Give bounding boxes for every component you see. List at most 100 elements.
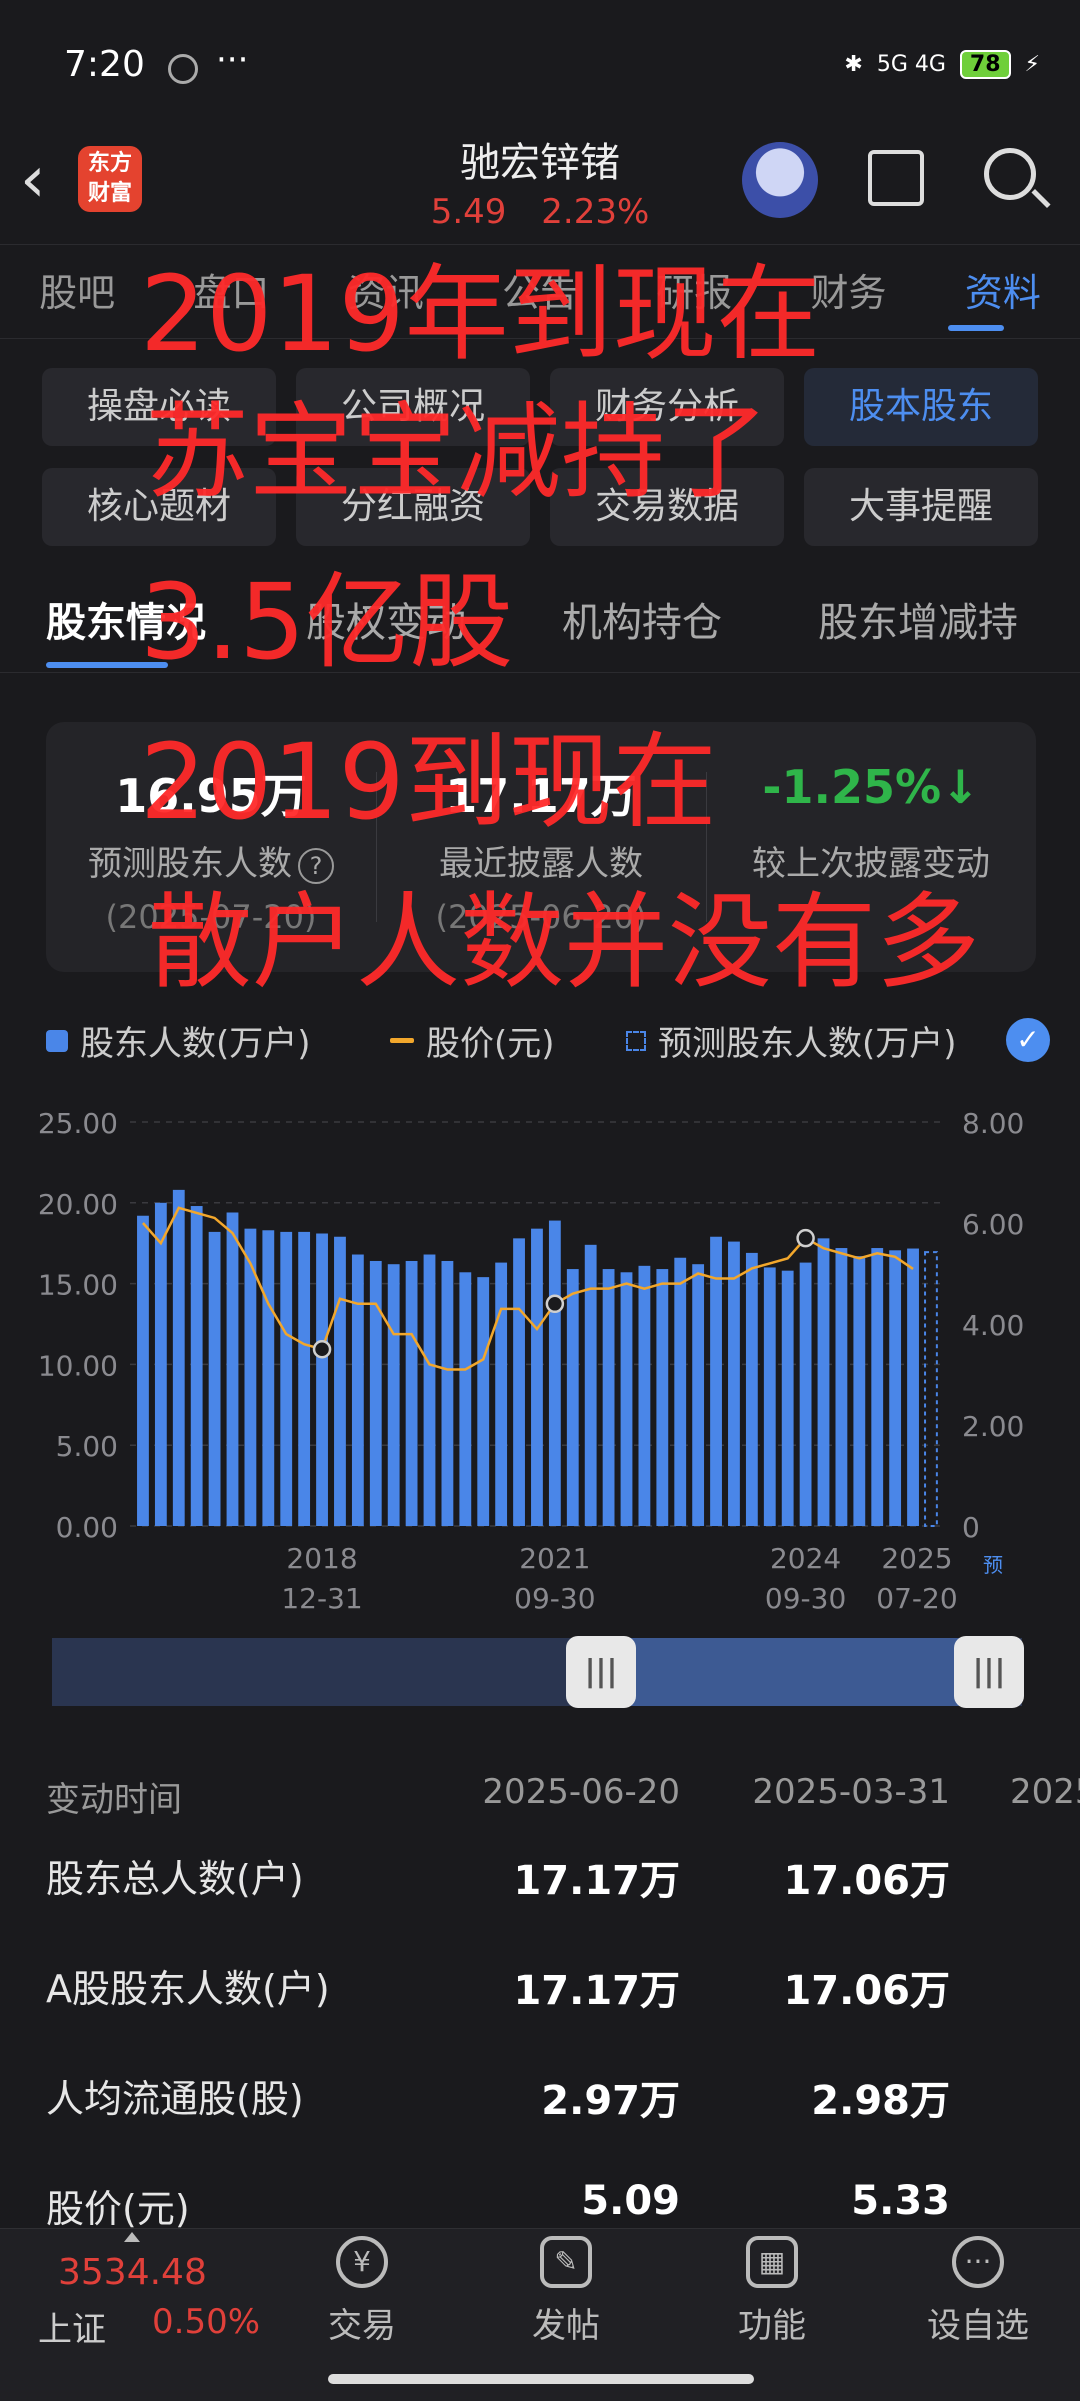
left-tick-label: 0.00 <box>56 1511 118 1544</box>
predicted-series <box>924 1251 938 1527</box>
recent-holders-label: 最近披露人数 <box>439 844 643 884</box>
expand-arrow-icon[interactable] <box>124 2232 140 2242</box>
tab-guba[interactable]: 股吧 <box>39 262 115 332</box>
left-tick-label: 25.00 <box>38 1107 118 1140</box>
range-selection[interactable] <box>594 1638 990 1706</box>
holder-bar <box>745 1252 758 1526</box>
holders-chart: 25.00 20.00 15.00 10.00 5.00 0.00 8.00 6.00 4.0… <box>38 1107 1025 1615</box>
x-tick-year: 2021 <box>519 1542 590 1575</box>
holder-bar <box>835 1248 848 1526</box>
legend-holders[interactable]: 股东人数(万户) <box>46 1016 311 1065</box>
right-tick-label: 6.00 <box>962 1208 1024 1241</box>
nav-post-label: 发帖 <box>532 2306 600 2346</box>
nav-trade-label: 交易 <box>328 2306 396 2346</box>
header-date-label: 变动时间 <box>46 1780 182 1820</box>
tab-profile[interactable]: 资料 <box>965 262 1041 332</box>
home-indicator[interactable] <box>328 2374 754 2384</box>
holder-bar <box>907 1248 919 1526</box>
price-marker <box>796 1228 815 1248</box>
nav-watchlist[interactable]: ··· 设自选 <box>908 2236 1048 2347</box>
holder-bar <box>387 1264 400 1526</box>
index-change-pct[interactable]: 0.50% <box>152 2302 260 2342</box>
cell: 17.06万 <box>783 1968 950 2014</box>
stock-price: 5.49 <box>430 192 507 232</box>
change-value: -1.25%↓ <box>706 760 1036 814</box>
left-tick-label: 20.00 <box>38 1188 118 1221</box>
table-row: 人均流通股(股) 2.97万 2.98万 <box>0 2068 1080 2148</box>
holder-bar <box>763 1267 776 1526</box>
help-icon[interactable]: ? <box>298 847 334 884</box>
row-label: 股东总人数(户) <box>46 1857 304 1901</box>
price-marker <box>545 1294 565 1314</box>
row-label: A股股东人数(户) <box>46 1967 330 2011</box>
section-tab-holder-changes[interactable]: 股东增减持 <box>818 590 1018 648</box>
legend-predicted[interactable]: 预测股东人数(万户) <box>626 1016 957 1065</box>
price-series <box>142 1206 914 1371</box>
index-name[interactable]: 上证 <box>38 2302 106 2351</box>
holder-bar <box>226 1212 239 1526</box>
nav-post[interactable]: ✎ 发帖 <box>496 2236 636 2347</box>
holder-bar <box>441 1260 454 1526</box>
index-value[interactable]: 3534.48 <box>58 2252 207 2293</box>
nav-trade[interactable]: ¥ 交易 <box>292 2236 432 2347</box>
annotation-line-4: 2019到现在 <box>140 721 717 843</box>
legend-line-swatch <box>390 1038 414 1043</box>
holder-bar <box>369 1260 382 1526</box>
cell: 5.33 <box>851 2178 950 2224</box>
cell: 5.09 <box>581 2178 680 2224</box>
robot-assistant-icon[interactable] <box>742 142 818 218</box>
holder-bar <box>584 1244 597 1526</box>
holder-bar <box>656 1269 669 1526</box>
holder-bar <box>190 1206 203 1526</box>
left-axis-ticks: 25.00 20.00 15.00 10.00 5.00 0.00 <box>38 1107 118 1544</box>
legend-price[interactable]: 股价(元) <box>390 1016 555 1065</box>
active-tab-indicator <box>948 325 1004 331</box>
sub-button-shareholders[interactable]: 股本股东 <box>804 368 1038 446</box>
x-tick-year: 2024 <box>770 1542 841 1575</box>
holder-bar <box>728 1241 740 1526</box>
table-row: A股股东人数(户) 17.17万 17.06万 <box>0 1958 1080 2038</box>
cell: 17.17万 <box>513 1968 680 2014</box>
battery-icon: 78 <box>959 50 1011 79</box>
stock-change-pct: 2.23% <box>541 192 650 232</box>
range-handle-right[interactable]: ||| <box>954 1636 1024 1708</box>
tab-finance[interactable]: 财务 <box>811 262 887 332</box>
holder-bar <box>781 1270 794 1526</box>
search-icon[interactable] <box>984 148 1036 200</box>
x-tick-date: 09-30 <box>514 1582 595 1615</box>
change-value-text: -1.25% <box>762 760 942 814</box>
price-marker <box>312 1340 332 1359</box>
sub-button-events[interactable]: 大事提醒 <box>804 468 1038 546</box>
holder-bar <box>208 1231 221 1526</box>
holder-bar <box>423 1254 436 1526</box>
holder-bar <box>459 1272 472 1526</box>
annotation-line-1: 2019年到现在 <box>140 253 821 375</box>
holder-bar <box>692 1264 705 1526</box>
holder-bar <box>531 1228 543 1526</box>
section-tab-institutions[interactable]: 机构持仓 <box>562 590 722 648</box>
share-icon[interactable] <box>868 150 924 206</box>
holder-bar <box>405 1260 418 1526</box>
cell: 2.97万 <box>541 2078 680 2124</box>
status-time: 7:20 <box>64 44 145 85</box>
header-col-1: 2025-06-20 <box>482 1772 680 1812</box>
range-handle-left[interactable]: ||| <box>566 1636 636 1708</box>
holder-bar <box>513 1238 525 1526</box>
divider <box>0 244 1080 245</box>
cell: 17.17万 <box>513 1858 680 1904</box>
annotation-line-5: 散户人数并没有多 <box>148 881 981 1003</box>
nav-watchlist-label: 设自选 <box>927 2306 1029 2346</box>
holder-bar <box>566 1269 579 1526</box>
x-axis-ticks: 2018 12-31 2021 09-30 2024 09-30 2025 07-20 预 <box>281 1542 1003 1615</box>
holder-bar <box>548 1220 561 1526</box>
yen-icon: ¥ <box>336 2236 388 2288</box>
x-tick-date: 09-30 <box>765 1582 846 1615</box>
down-arrow-icon: ↓ <box>941 760 980 814</box>
holder-bar <box>495 1262 508 1526</box>
x-tick-date: 12-31 <box>281 1582 362 1615</box>
cell: 2.98万 <box>811 2078 950 2124</box>
status-more: ··· <box>216 40 249 80</box>
nav-functions[interactable]: ▦ 功能 <box>702 2236 842 2347</box>
check-icon[interactable]: ✓ <box>1006 1018 1050 1062</box>
annotation-line-3: 3.5亿股 <box>140 561 514 683</box>
